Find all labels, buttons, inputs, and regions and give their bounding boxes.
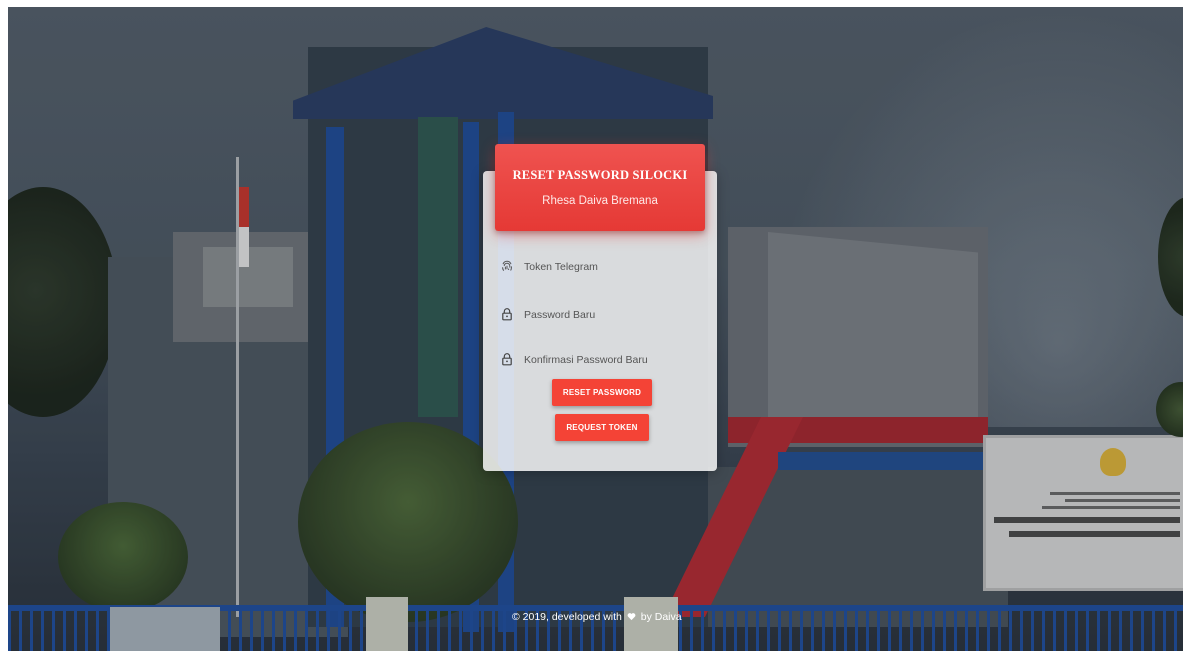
confirm-password-field — [500, 351, 700, 381]
new-password-input[interactable] — [524, 306, 692, 325]
heart-icon — [627, 612, 636, 621]
card-header: RESET PASSWORD SILOCKI Rhesa Daiva Brema… — [495, 144, 705, 231]
footer: © 2019, developed with by Daiva — [512, 611, 682, 623]
footer-suffix: by Daiva — [640, 611, 682, 623]
token-telegram-field — [500, 258, 700, 288]
token-telegram-input[interactable] — [524, 258, 692, 277]
lock-icon — [500, 352, 514, 366]
new-password-field — [500, 306, 700, 336]
footer-prefix: © 2019, developed with — [512, 611, 622, 623]
fingerprint-icon — [500, 259, 514, 273]
lock-icon — [500, 307, 514, 321]
card-subtitle: Rhesa Daiva Bremana — [542, 195, 658, 207]
reset-password-button[interactable]: RESET PASSWORD — [552, 379, 652, 406]
confirm-password-input[interactable] — [524, 351, 692, 370]
card-title: RESET PASSWORD SILOCKI — [512, 168, 688, 182]
request-token-button[interactable]: REQUEST TOKEN — [555, 414, 649, 441]
